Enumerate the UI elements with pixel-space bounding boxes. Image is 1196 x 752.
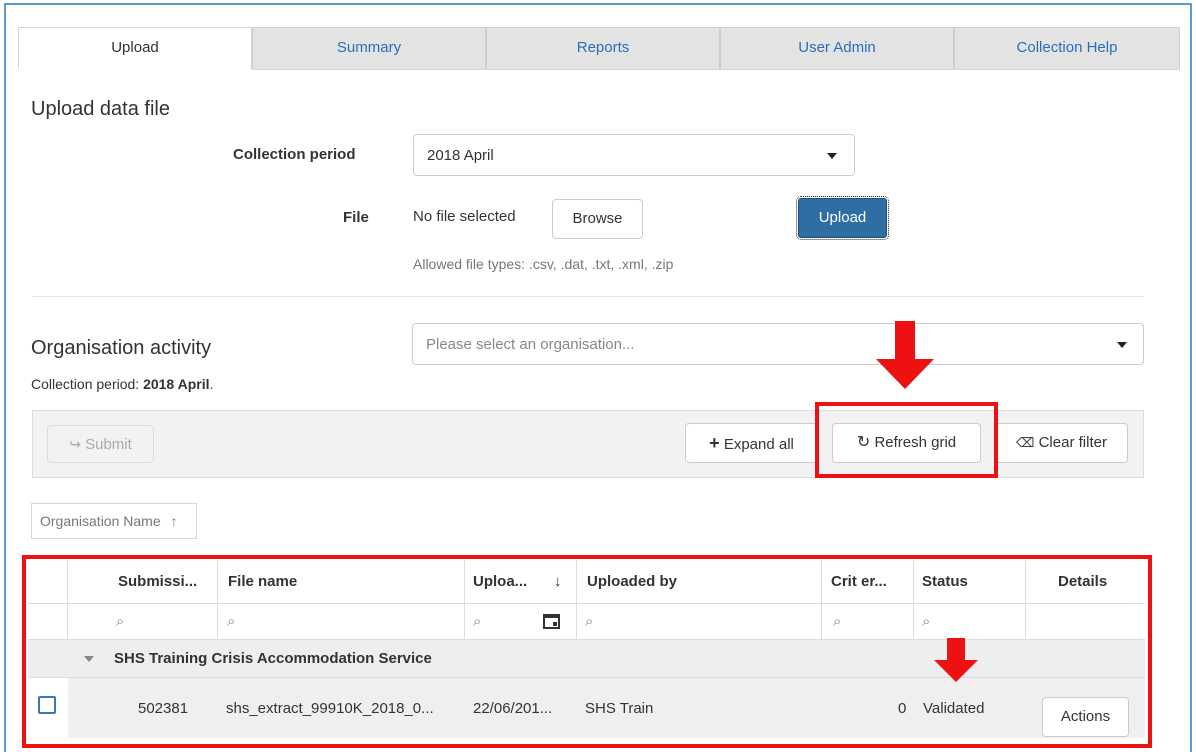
submit-button[interactable]: ↪ Submit xyxy=(47,425,154,463)
clear-filter-button[interactable]: ⌫ Clear filter xyxy=(995,423,1128,463)
org-period-value: 2018 April xyxy=(143,376,210,392)
tab-reports[interactable]: Reports xyxy=(486,27,720,69)
clear-filter-label: Clear filter xyxy=(1038,434,1107,451)
upload-section-title: Upload data file xyxy=(31,98,170,120)
org-activity-title: Organisation activity xyxy=(31,337,212,359)
collection-period-value: 2018 April xyxy=(427,147,494,164)
tab-bar: Upload Summary Reports User Admin Collec… xyxy=(18,27,1180,69)
organisation-select[interactable]: Please select an organisation... xyxy=(412,323,1144,365)
tab-divider xyxy=(252,69,1180,70)
org-period-prefix: Collection period: xyxy=(31,376,144,392)
collection-period-label: Collection period xyxy=(233,146,356,163)
highlight-grid-box xyxy=(22,555,1152,748)
tab-user-admin[interactable]: User Admin xyxy=(720,27,954,69)
sort-chip-label: Organisation Name xyxy=(40,513,161,529)
collection-period-select[interactable]: 2018 April xyxy=(413,134,855,176)
submit-label: Submit xyxy=(85,436,132,453)
file-label: File xyxy=(343,209,369,226)
chevron-down-icon xyxy=(1117,342,1127,348)
eraser-icon: ⌫ xyxy=(1016,435,1035,450)
tab-summary[interactable]: Summary xyxy=(252,27,486,69)
expand-all-label: Expand all xyxy=(723,436,794,453)
red-arrow-refresh xyxy=(876,321,934,389)
arrow-up-icon: ↑ xyxy=(170,513,178,529)
chevron-down-icon xyxy=(827,153,837,159)
file-status: No file selected xyxy=(413,208,516,225)
section-divider xyxy=(32,296,1144,297)
browse-button[interactable]: Browse xyxy=(552,199,643,239)
org-period-suffix: . xyxy=(209,376,214,392)
highlight-refresh-box xyxy=(815,402,998,478)
share-icon: ↪ xyxy=(69,436,81,452)
plus-icon: + xyxy=(709,433,720,453)
expand-all-button[interactable]: + Expand all xyxy=(685,423,818,463)
organisation-select-placeholder: Please select an organisation... xyxy=(426,336,635,353)
tab-upload[interactable]: Upload xyxy=(18,27,252,69)
sort-chip-organisation-name[interactable]: Organisation Name ↑ xyxy=(31,503,197,539)
org-collection-period: Collection period: 2018 April. xyxy=(31,376,213,392)
upload-button[interactable]: Upload xyxy=(796,196,889,240)
tab-collection-help[interactable]: Collection Help xyxy=(954,27,1180,69)
allowed-file-types: Allowed file types: .csv, .dat, .txt, .x… xyxy=(413,256,674,272)
